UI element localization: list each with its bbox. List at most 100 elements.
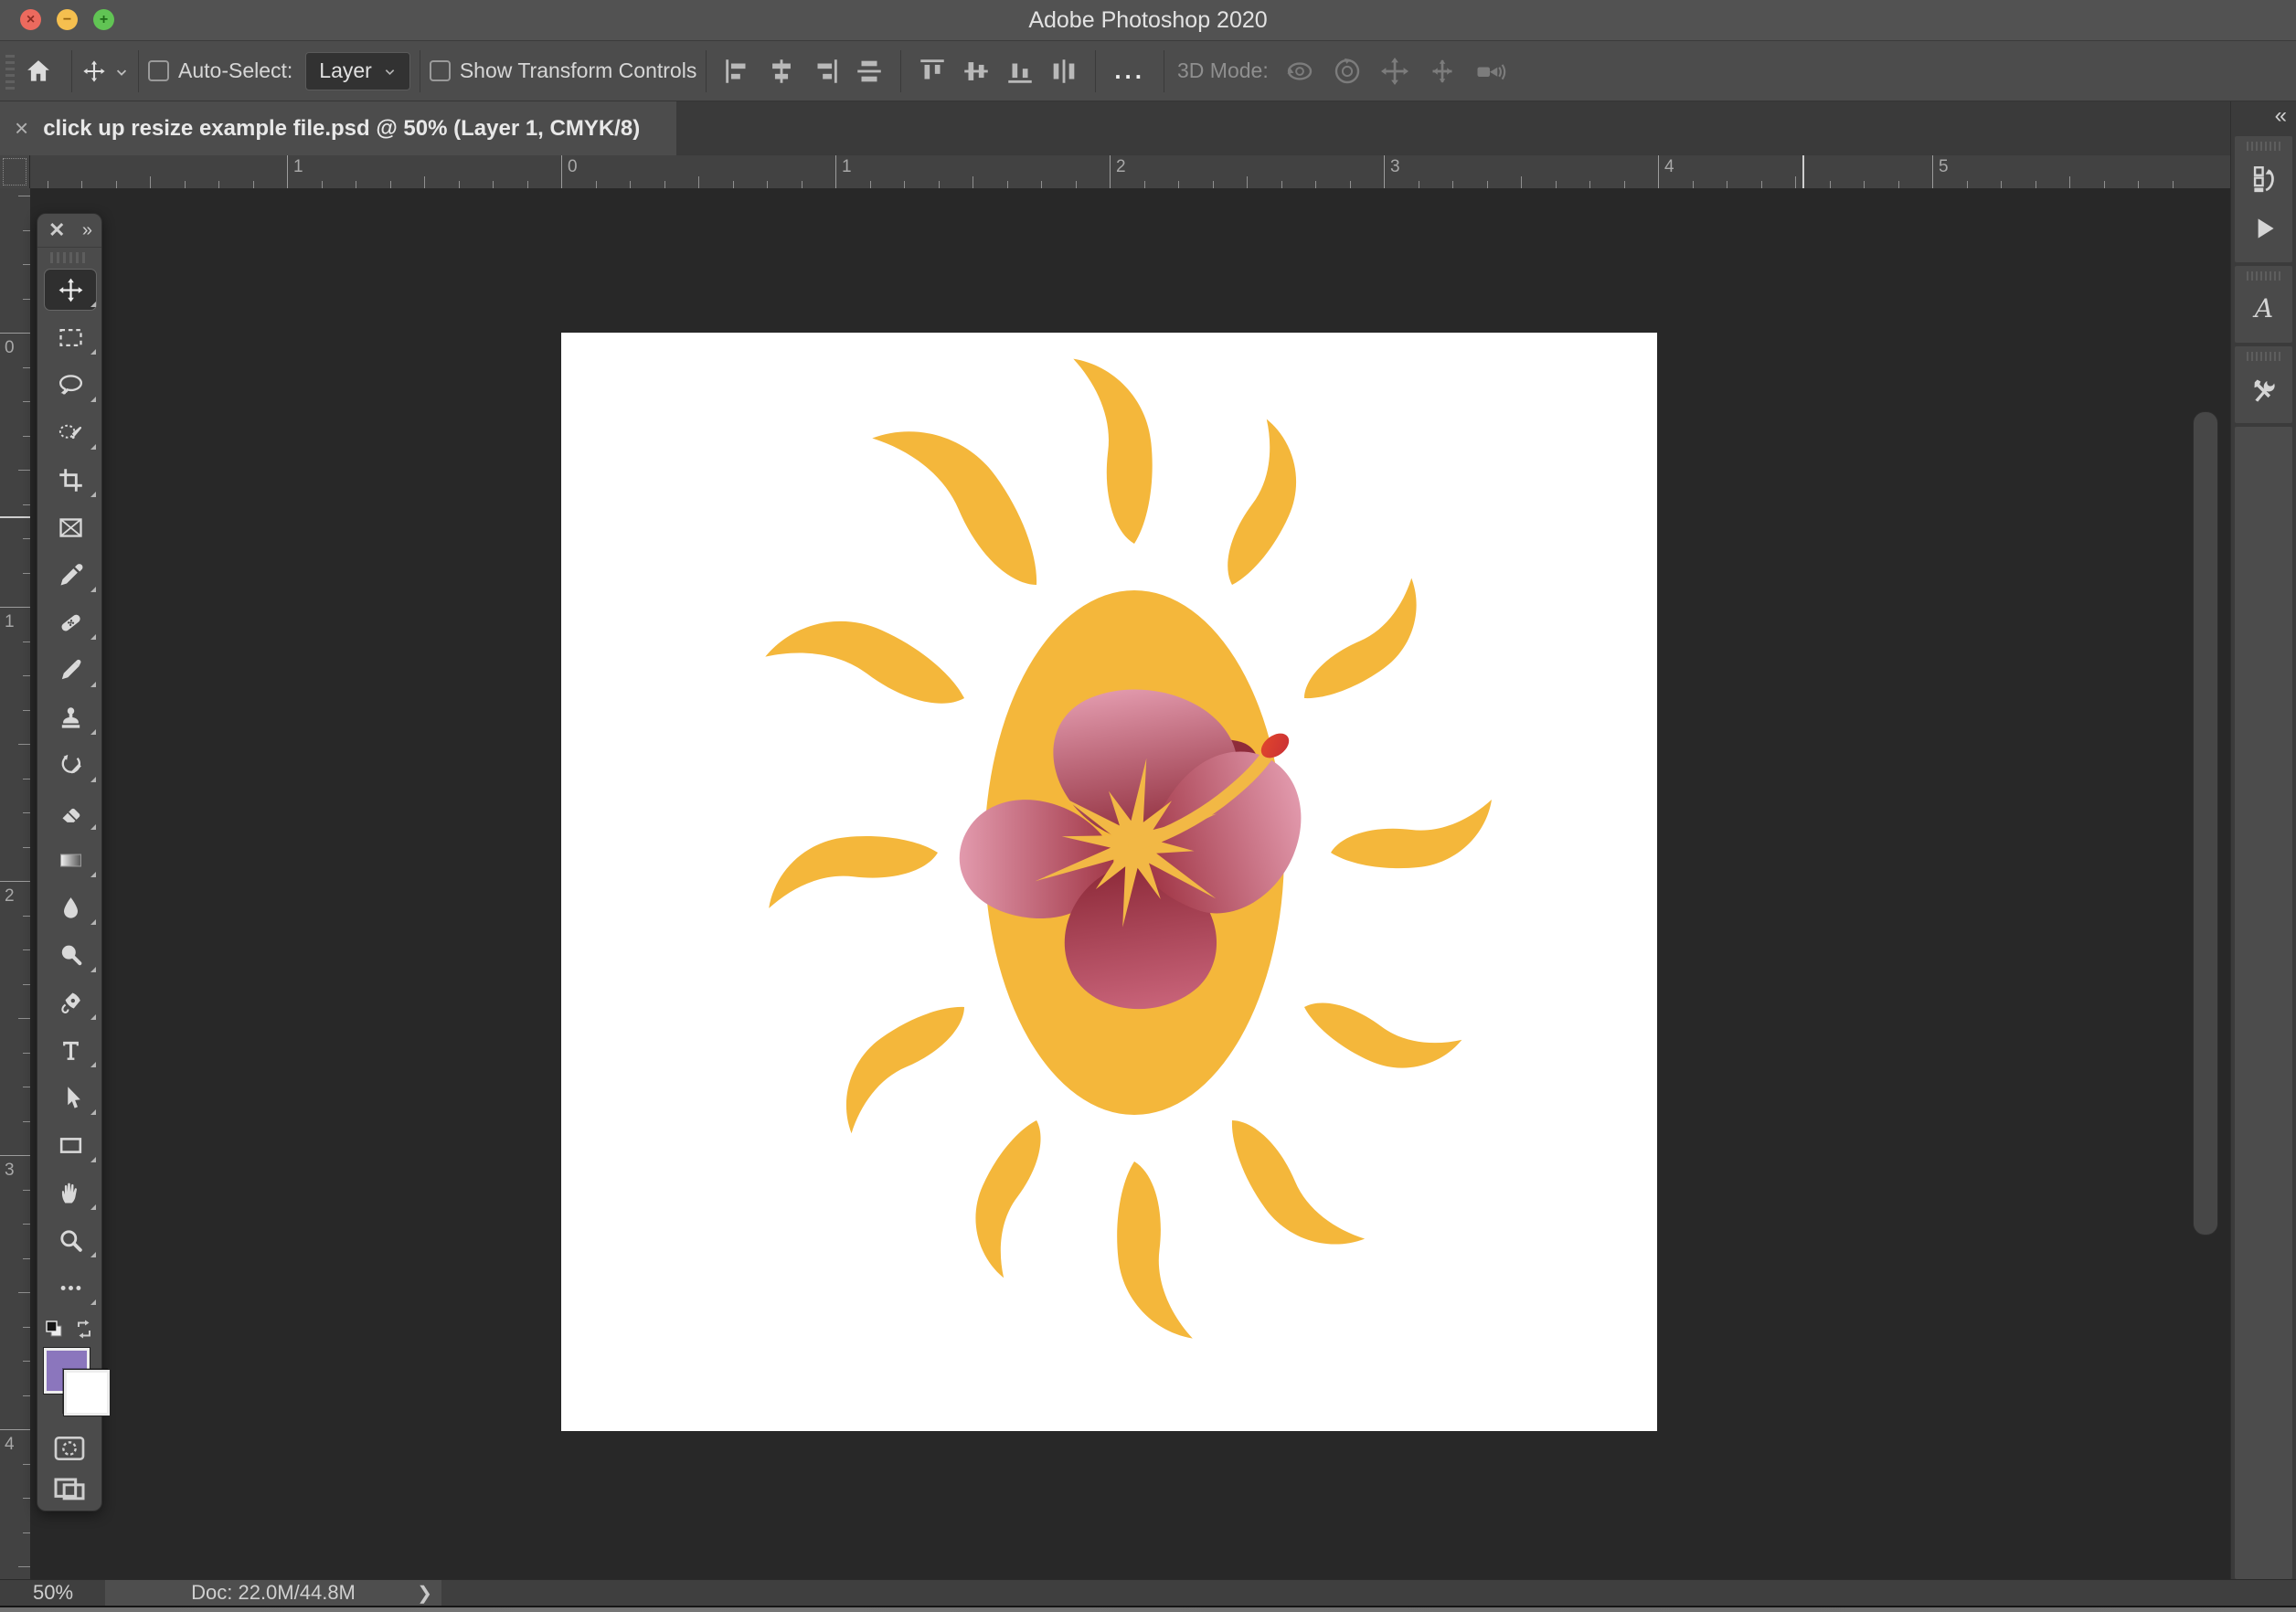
tools-panel-expand-icon[interactable]: » <box>82 220 90 241</box>
vertical-scrollbar-thumb[interactable] <box>2193 411 2218 1236</box>
brush-tool-icon <box>57 656 85 684</box>
horizontal-ruler[interactable]: 1012345 <box>30 155 2230 189</box>
eraser-tool[interactable] <box>37 789 103 836</box>
tab-title: click up resize example file.psd @ 50% (… <box>43 116 640 142</box>
vertical-ruler[interactable]: 01234 <box>0 188 31 1579</box>
blur-tool[interactable] <box>37 884 103 931</box>
dodge-tool[interactable] <box>37 931 103 979</box>
type-tool-icon <box>57 1036 85 1065</box>
document-tab[interactable]: × click up resize example file.psd @ 50%… <box>0 101 676 155</box>
frame-tool[interactable] <box>37 504 103 551</box>
pen-tool-icon <box>57 989 85 1017</box>
spot-healing-brush-tool-icon <box>57 609 85 637</box>
align-vertical-centers-icon[interactable] <box>961 56 992 87</box>
chevron-down-icon <box>383 64 397 78</box>
align-top-edges-icon[interactable] <box>917 56 948 87</box>
panel-group <box>2235 136 2292 262</box>
gradient-tool[interactable] <box>37 836 103 884</box>
align-bottom-edges-icon[interactable] <box>1004 56 1036 87</box>
lasso-tool-icon <box>57 371 85 399</box>
crop-tool[interactable] <box>37 456 103 504</box>
pen-tool[interactable] <box>37 979 103 1026</box>
rectangular-marquee-tool-icon <box>57 323 85 352</box>
tools-panel-grip[interactable] <box>50 249 89 266</box>
path-selection-tool[interactable] <box>37 1074 103 1121</box>
expand-panels-icon[interactable]: « <box>2275 103 2287 129</box>
distribute-vertical-centers-icon[interactable] <box>1048 56 1079 87</box>
move-tool-icon <box>57 276 85 304</box>
panel-group-grip[interactable] <box>2247 352 2281 361</box>
history-brush-tool[interactable] <box>37 741 103 789</box>
home-button[interactable] <box>15 48 62 95</box>
auto-select-checkbox[interactable] <box>148 60 169 81</box>
distribute-horizontal-centers-icon[interactable] <box>854 56 885 87</box>
tools-panel-close-icon[interactable]: ✕ <box>48 218 65 242</box>
dodge-tool-icon <box>57 941 85 970</box>
lasso-tool[interactable] <box>37 361 103 408</box>
character-styles-panel-button[interactable]: A <box>2238 284 2290 334</box>
hand-tool[interactable] <box>37 1169 103 1216</box>
edit-toolbar-tool[interactable] <box>37 1264 103 1311</box>
document-info[interactable]: Doc: 22.0M/44.8M ❯ <box>105 1580 441 1606</box>
tab-close-icon[interactable]: × <box>15 114 28 143</box>
document-canvas[interactable] <box>561 333 1657 1431</box>
more-align-options-button[interactable]: ... <box>1114 57 1145 85</box>
ruler-label: 4 <box>5 1435 15 1455</box>
panel-group-empty <box>2235 427 2292 1579</box>
eyedropper-tool[interactable] <box>37 551 103 599</box>
zoom-tool[interactable] <box>37 1216 103 1264</box>
brush-tool[interactable] <box>37 646 103 694</box>
status-bar: 50% Doc: 22.0M/44.8M ❯ <box>0 1579 2296 1606</box>
clone-stamp-tool[interactable] <box>37 694 103 741</box>
canvas-pasteboard <box>30 188 2230 1579</box>
spot-healing-brush-tool[interactable] <box>37 599 103 646</box>
home-icon <box>25 58 52 85</box>
rectangle-tool[interactable] <box>37 1121 103 1169</box>
eyedropper-tool-icon <box>57 561 85 589</box>
ruler-label: 3 <box>1390 157 1400 177</box>
zoom-level-field[interactable]: 50% <box>33 1580 73 1606</box>
actions-panel-button[interactable] <box>2238 204 2290 253</box>
history-panel-button[interactable] <box>2238 154 2290 204</box>
3d-camera-icon <box>1473 55 1506 88</box>
move-tool-icon <box>81 58 107 84</box>
tool-presets-panel-button[interactable] <box>2238 365 2290 414</box>
doc-size-text: Doc: 22.0M/44.8M <box>191 1581 356 1605</box>
ruler-origin-corner[interactable] <box>0 155 29 188</box>
align-right-edges-icon[interactable] <box>810 56 841 87</box>
quick-mask-button[interactable] <box>51 1430 88 1467</box>
history-brush-tool-icon <box>57 751 85 779</box>
svg-text:A: A <box>2251 293 2272 323</box>
align-horizontal-centers-icon[interactable] <box>766 56 797 87</box>
swap-colors-icon[interactable] <box>73 1319 95 1341</box>
ruler-cursor-indicator <box>1802 155 1804 188</box>
show-transform-checkbox[interactable] <box>430 60 451 81</box>
layer-dropdown-value: Layer <box>319 58 372 83</box>
ruler-label: 2 <box>1116 157 1126 177</box>
titlebar: × − + Adobe Photoshop 2020 <box>0 0 2296 41</box>
status-chevron-icon[interactable]: ❯ <box>417 1582 432 1605</box>
default-colors-icon[interactable] <box>44 1319 66 1341</box>
3d-mode-buttons <box>1276 55 1514 88</box>
move-tool[interactable] <box>37 266 103 313</box>
photoshop-window: × − + Adobe Photoshop 2020 Auto-Select: … <box>0 0 2296 1612</box>
3d-rotate-icon <box>1283 55 1316 88</box>
path-selection-tool-icon <box>57 1084 85 1112</box>
object-selection-tool[interactable] <box>37 408 103 456</box>
zoom-tool-icon <box>57 1226 85 1255</box>
ruler-label: 1 <box>293 157 303 177</box>
ruler-label: 1 <box>5 612 15 632</box>
current-tool-preset[interactable] <box>81 48 129 95</box>
type-tool[interactable] <box>37 1026 103 1074</box>
rectangular-marquee-tool[interactable] <box>37 313 103 361</box>
align-left-edges-icon[interactable] <box>722 56 753 87</box>
3d-mode-label: 3D Mode: <box>1177 58 1269 83</box>
align-buttons-group-2 <box>910 56 1086 87</box>
ruler-cursor-indicator <box>0 516 30 518</box>
auto-select-target-dropdown[interactable]: Layer <box>305 52 410 90</box>
background-color-swatch[interactable] <box>64 1370 110 1416</box>
panel-group-grip[interactable] <box>2247 271 2281 281</box>
actions-panel-icon <box>2248 213 2280 244</box>
panel-group-grip[interactable] <box>2247 142 2281 151</box>
screen-mode-button[interactable] <box>51 1470 88 1507</box>
